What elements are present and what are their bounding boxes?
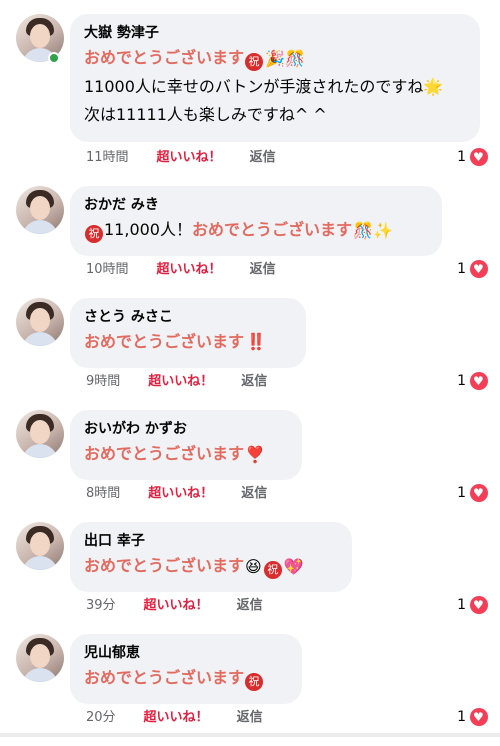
bottom-divider [0, 733, 500, 737]
avatar[interactable] [16, 634, 64, 682]
comment-bubble[interactable]: 児山郁恵 おめでとうございます祝 [70, 634, 302, 704]
laughing-face-icon: 😆 [245, 557, 262, 576]
commenter-name[interactable]: おいがわ かずお [84, 420, 288, 438]
comment-2: おかだ みき 祝 11,000人！おめでとうございます🎊✨ 10時間 超いいね！ … [0, 186, 500, 298]
reaction-count: 1 [457, 597, 466, 613]
like-button[interactable]: 超いいね！ [148, 486, 213, 502]
comment-6: 児山郁恵 おめでとうございます祝 20分 超いいね！ 返信 1 [0, 634, 500, 746]
comment-actions: 11時間 超いいね！ 返信 [86, 150, 276, 166]
like-button[interactable]: 超いいね！ [144, 710, 209, 726]
timestamp[interactable]: 39分 [86, 598, 116, 614]
heart-reaction-icon [470, 148, 488, 166]
avatar[interactable] [16, 298, 64, 346]
comment-bubble[interactable]: さとう みさこ おめでとうございます ‼️ [70, 298, 306, 368]
celebration-badge-icon: 祝 [263, 561, 282, 579]
comment-actions: 20分 超いいね！ 返信 [86, 710, 263, 726]
comment-line-2: 11000人に幸せのバトンが手渡されたのですね🌟 [84, 77, 444, 96]
reaction-summary[interactable]: 1 [457, 708, 488, 726]
avatar[interactable] [16, 410, 64, 458]
reply-button[interactable]: 返信 [250, 150, 276, 166]
reaction-summary[interactable]: 1 [457, 484, 488, 502]
comment-bubble[interactable]: おかだ みき 祝 11,000人！おめでとうございます🎊✨ [70, 186, 442, 256]
timestamp[interactable]: 20分 [86, 710, 116, 726]
reply-button[interactable]: 返信 [237, 598, 263, 614]
comment-actions: 8時間 超いいね！ 返信 [86, 486, 267, 502]
celebration-badge-icon: 祝 [245, 673, 264, 691]
commenter-name[interactable]: 出口 幸子 [84, 532, 338, 550]
party-popper-icon: 🎉🎊 [265, 49, 305, 68]
like-button[interactable]: 超いいね！ [157, 150, 222, 166]
comment-3: さとう みさこ おめでとうございます ‼️ 9時間 超いいね！ 返信 1 [0, 298, 500, 410]
comment-line-1: おめでとうございます😆 祝 💖 [84, 554, 338, 579]
avatar[interactable] [16, 186, 64, 234]
commenter-name[interactable]: 大嶽 勢津子 [84, 24, 466, 42]
comment-line-1: おめでとうございます祝 [84, 666, 288, 691]
timestamp[interactable]: 10時間 [86, 262, 129, 278]
reaction-summary[interactable]: 1 [457, 372, 488, 390]
celebration-badge-icon: 祝 [245, 53, 264, 71]
comment-line-3: 次は11111人も楽しみですね^ ^ [84, 105, 327, 124]
follower-count-text: 11,000人！ [104, 220, 192, 239]
reaction-count: 1 [457, 373, 466, 389]
sparkling-heart-icon: 💖 [283, 557, 304, 576]
reaction-summary[interactable]: 1 [457, 260, 488, 278]
heart-reaction-icon [470, 372, 488, 390]
heart-reaction-icon [470, 484, 488, 502]
comment-actions: 10時間 超いいね！ 返信 [86, 262, 276, 278]
avatar[interactable] [16, 522, 64, 570]
heart-exclamation-icon: ❣️ [245, 445, 265, 464]
double-exclamation-icon: ‼️ [246, 332, 266, 351]
sparkles-icon: 🎊✨ [353, 221, 393, 240]
congrats-text: おめでとうございます [84, 332, 245, 351]
reply-button[interactable]: 返信 [250, 262, 276, 278]
reaction-summary[interactable]: 1 [457, 596, 488, 614]
like-button[interactable]: 超いいね！ [148, 374, 213, 390]
comment-bubble[interactable]: 大嶽 勢津子 おめでとうございます祝 🎉🎊 11000人に幸せのバトンが手渡された… [70, 14, 480, 142]
online-indicator [48, 52, 60, 64]
comment-4: おいがわ かずお おめでとうございます❣️ 8時間 超いいね！ 返信 1 [0, 410, 500, 522]
comment-actions: 9時間 超いいね！ 返信 [86, 374, 267, 390]
congrats-text: おめでとうございます [192, 220, 353, 239]
timestamp[interactable]: 9時間 [86, 374, 120, 390]
like-button[interactable]: 超いいね！ [157, 262, 222, 278]
comment-line-1: 祝 11,000人！おめでとうございます🎊✨ [84, 218, 428, 243]
timestamp[interactable]: 8時間 [86, 486, 120, 502]
like-button[interactable]: 超いいね！ [144, 598, 209, 614]
celebration-badge-icon: 祝 [85, 225, 103, 243]
comment-line-1: おめでとうございます❣️ [84, 442, 288, 467]
comment-1: 大嶽 勢津子 おめでとうございます祝 🎉🎊 11000人に幸せのバトンが手渡された… [0, 14, 500, 166]
reaction-count: 1 [457, 261, 466, 277]
reply-button[interactable]: 返信 [241, 486, 267, 502]
reply-button[interactable]: 返信 [241, 374, 267, 390]
comment-line-1: おめでとうございます祝 🎉🎊 [84, 46, 466, 71]
reaction-summary[interactable]: 1 [457, 148, 488, 166]
comment-actions: 39分 超いいね！ 返信 [86, 598, 263, 614]
congrats-text: おめでとうございます [84, 556, 245, 575]
reaction-count: 1 [457, 149, 466, 165]
commenter-name[interactable]: おかだ みき [84, 196, 428, 214]
comment-bubble[interactable]: おいがわ かずお おめでとうございます❣️ [70, 410, 302, 480]
heart-reaction-icon [470, 708, 488, 726]
reaction-count: 1 [457, 709, 466, 725]
congrats-text: おめでとうございます [84, 444, 245, 463]
reply-button[interactable]: 返信 [237, 710, 263, 726]
comment-bubble[interactable]: 出口 幸子 おめでとうございます😆 祝 💖 [70, 522, 352, 592]
commenter-name[interactable]: さとう みさこ [84, 308, 292, 326]
timestamp[interactable]: 11時間 [86, 150, 129, 166]
heart-reaction-icon [470, 260, 488, 278]
heart-reaction-icon [470, 596, 488, 614]
reaction-count: 1 [457, 485, 466, 501]
commenter-name[interactable]: 児山郁恵 [84, 644, 288, 662]
comment-line-1: おめでとうございます ‼️ [84, 330, 292, 354]
congrats-text: おめでとうございます [84, 48, 245, 67]
congrats-text: おめでとうございます [84, 668, 245, 687]
comment-5: 出口 幸子 おめでとうございます😆 祝 💖 39分 超いいね！ 返信 1 [0, 522, 500, 634]
